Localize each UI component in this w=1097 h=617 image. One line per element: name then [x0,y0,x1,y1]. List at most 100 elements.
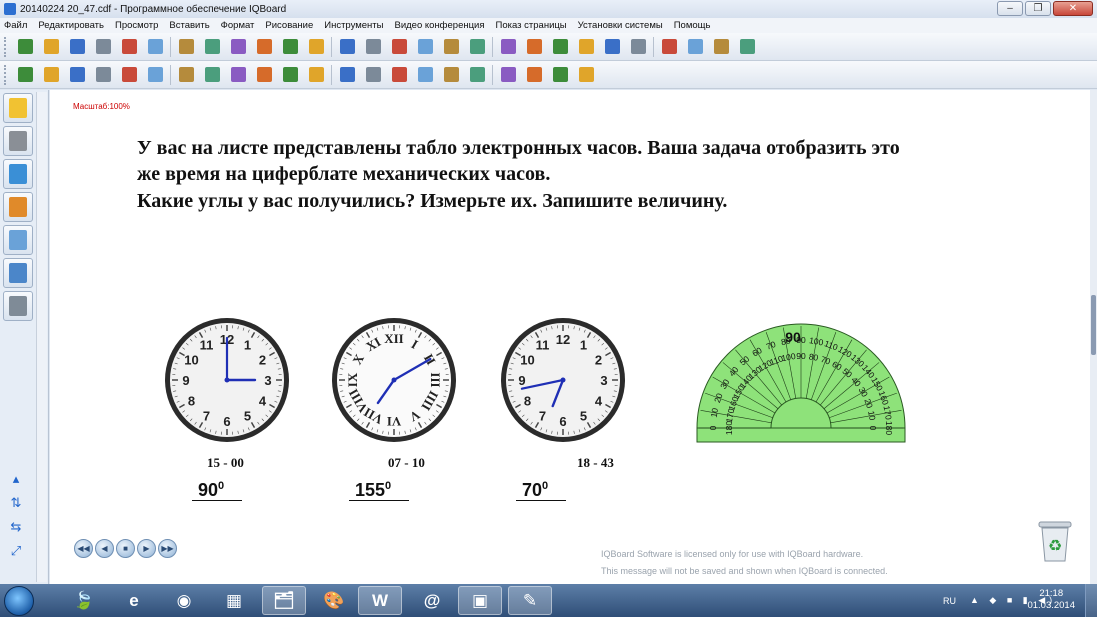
menu-9[interactable]: Установки системы [578,20,663,31]
analog-clock-1[interactable]: 121234567891011 [163,316,291,444]
scrollbar-thumb[interactable] [1091,295,1096,355]
menu-1[interactable]: Редактировать [38,20,104,31]
protractor[interactable]: 0 010 1020 20303040405050606070708080909010… [694,318,908,444]
toolbar-grip[interactable] [4,64,10,85]
line-button[interactable] [305,64,327,86]
menu-5[interactable]: Рисование [265,20,313,31]
taskbar-app-screen[interactable]: ▣ [458,586,502,615]
close-button[interactable]: ✕ [1053,1,1093,16]
screenshot-button[interactable] [362,36,384,58]
keyboard-button[interactable] [684,36,706,58]
sidebar-tab-gallery[interactable] [3,159,33,189]
maximize-button[interactable]: ❐ [1025,1,1051,16]
desktop-button[interactable] [575,36,597,58]
recorder-button[interactable] [627,36,649,58]
spotlight-button[interactable] [497,36,519,58]
palette-button[interactable] [575,64,597,86]
whiteboard-canvas[interactable]: Масштаб:100% У вас на листе представлены… [50,90,1090,584]
taskbar-app-ie[interactable]: e [112,586,156,615]
sidebar-tab-tools[interactable] [3,225,33,255]
analog-clock-2[interactable]: XII IIIIIIIIIIVVIVIIVIIIIXXXI [330,316,458,444]
taskbar-app-word[interactable]: W [358,586,402,615]
highlighter-button[interactable] [227,64,249,86]
monitor-button[interactable] [710,36,732,58]
menu-7[interactable]: Видео конференция [395,20,485,31]
mouse-button[interactable] [40,64,62,86]
hand-button[interactable] [336,36,358,58]
zoom-out-button[interactable] [253,36,275,58]
brush-button[interactable] [144,64,166,86]
page-button[interactable] [92,36,114,58]
color-wheel-button[interactable] [414,64,436,86]
paste-button[interactable] [201,36,223,58]
playback-button-1[interactable]: ◀ [95,539,114,558]
calligraphy-button[interactable] [201,64,223,86]
eraser-button[interactable] [466,36,488,58]
sidebar-tab-notes[interactable] [3,291,33,321]
playback-button-2[interactable]: ■ [116,539,135,558]
taskbar-app-calculator[interactable]: ▦ [212,586,256,615]
nav-arrow-icon-2[interactable]: ⇆ [8,520,24,534]
triangle-button[interactable] [388,64,410,86]
dual-page-button[interactable] [414,36,436,58]
zoom-in-button[interactable] [227,36,249,58]
new-page-button[interactable] [14,36,36,58]
menu-0[interactable]: Файл [4,20,27,31]
ruler-button[interactable] [549,64,571,86]
pen-button[interactable] [118,64,140,86]
shape-button[interactable] [336,64,358,86]
taskbar-app-explorer[interactable]: 🗂 [262,586,306,615]
camera-button[interactable] [601,36,623,58]
fit-button[interactable] [305,36,327,58]
menu-2[interactable]: Просмотр [115,20,158,31]
fullscreen-button[interactable] [388,36,410,58]
nav-arrow-icon-3[interactable]: ⤢ [8,544,24,558]
back-button[interactable] [549,36,571,58]
menu-8[interactable]: Показ страницы [496,20,567,31]
cut-button[interactable] [175,36,197,58]
taskbar-app-leaf-app[interactable]: 🍃 [62,586,106,615]
text-button[interactable] [497,64,519,86]
sidebar-tab-books[interactable] [3,258,33,288]
note-button[interactable] [466,64,488,86]
menu-10[interactable]: Помощь [674,20,711,31]
angle-answer-2[interactable]: 1550 [349,476,410,501]
open-folder-button[interactable] [40,36,62,58]
grid-button[interactable] [736,36,758,58]
save-button[interactable] [66,36,88,58]
smart-pen-button[interactable] [253,64,275,86]
language-indicator[interactable]: RU [943,596,956,606]
laser-button[interactable] [92,64,114,86]
canvas-scrollbar[interactable] [1090,90,1097,584]
magic-pen-button[interactable] [440,36,462,58]
taskbar-app-network-app[interactable]: ◉ [162,586,206,615]
zoom-select-button[interactable] [279,36,301,58]
sidebar-tab-library[interactable] [3,126,33,156]
angle-answer-1[interactable]: 900 [192,476,243,501]
chart-button[interactable] [362,64,384,86]
sidebar-tab-page-sort[interactable] [3,93,33,123]
pencil-button[interactable] [175,64,197,86]
taskbar-app-paint[interactable]: 🎨 [312,586,356,615]
recycle-bin-icon[interactable]: ♻ [1036,518,1074,564]
toolbar-grip[interactable] [4,36,10,57]
copy-button[interactable] [144,36,166,58]
fill-button[interactable] [523,64,545,86]
robot-button[interactable] [658,36,680,58]
angle-answer-3[interactable]: 700 [516,476,567,501]
playback-button-0[interactable]: ◀◀ [74,539,93,558]
playback-button-4[interactable]: ▶▶ [158,539,177,558]
table-button[interactable] [440,64,462,86]
playback-button-3[interactable]: ▶ [137,539,156,558]
side-panel-scrollbar[interactable] [36,92,47,582]
eraser-button[interactable] [279,64,301,86]
tray-clock[interactable]: 21:18 01.03.2014 [1027,588,1075,612]
analog-clock-3[interactable]: 12 12 3 45678 9 1011 [499,316,627,444]
menu-4[interactable]: Формат [221,20,255,31]
show-desktop-button[interactable] [1085,584,1097,617]
nav-arrow-icon-1[interactable]: ⇅ [8,496,24,510]
menu-3[interactable]: Вставить [169,20,209,31]
start-button[interactable] [4,586,34,616]
menu-6[interactable]: Инструменты [324,20,383,31]
taskbar-app-iqboard[interactable]: ✎ [508,586,552,615]
